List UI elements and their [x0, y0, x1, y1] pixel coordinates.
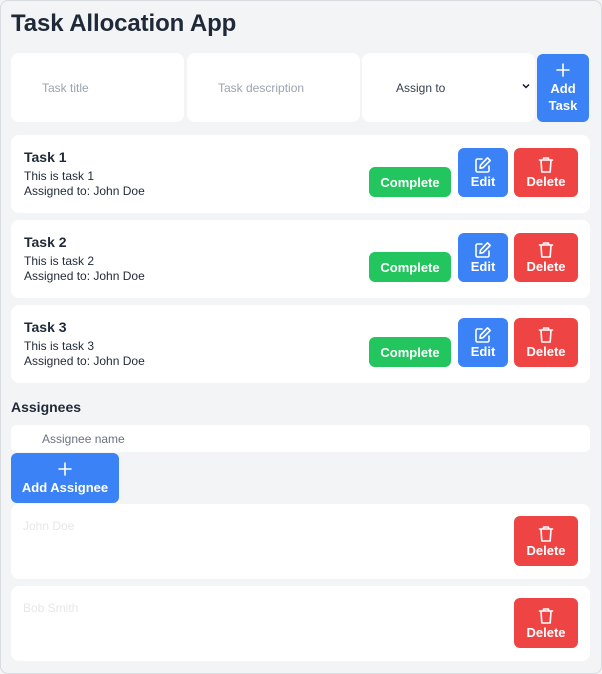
edit-button[interactable]: Edit [458, 233, 508, 282]
edit-button[interactable]: Edit [458, 318, 508, 367]
task-title: Task 1 [24, 149, 67, 165]
plus-icon [556, 62, 570, 77]
task-description: This is task 3 [24, 339, 95, 353]
delete-button[interactable]: Delete [514, 318, 578, 367]
task-title: Task 3 [24, 319, 67, 335]
trash-icon [538, 242, 554, 258]
trash-icon [538, 327, 554, 343]
assignee-card: Bob Smith Delete [11, 586, 590, 661]
assignee-card: John Doe Delete [11, 504, 590, 579]
delete-assignee-button[interactable]: Delete [514, 516, 578, 566]
add-assignee-button[interactable]: Add Assignee [11, 453, 119, 503]
complete-label: Complete [380, 259, 440, 275]
delete-label: Delete [526, 542, 566, 558]
edit-label: Edit [470, 174, 496, 189]
complete-label: Complete [380, 174, 440, 190]
assignee-name-field-box [11, 425, 590, 452]
task-assignee: Assigned to: John Doe [24, 269, 145, 283]
delete-button[interactable]: Delete [514, 233, 578, 282]
task-description: This is task 2 [24, 254, 95, 268]
assignees-heading: Assignees [11, 399, 82, 415]
delete-button[interactable]: Delete [514, 148, 578, 197]
task-title-input[interactable] [11, 53, 184, 122]
edit-label: Edit [470, 259, 496, 274]
trash-icon [538, 607, 554, 624]
complete-label: Complete [380, 344, 440, 360]
task-assignee: Assigned to: John Doe [24, 354, 145, 368]
page-title: Task Allocation App [11, 10, 237, 37]
task-card: Task 2 This is task 2 Assigned to: John … [11, 220, 590, 298]
edit-icon [475, 157, 491, 173]
edit-label: Edit [470, 344, 496, 359]
assign-to-select[interactable]: Assign to [362, 53, 535, 122]
task-card: Task 3 This is task 3 Assigned to: John … [11, 305, 590, 383]
add-task-label-line1: Add [550, 80, 576, 96]
delete-label: Delete [526, 344, 566, 359]
delete-label: Delete [526, 259, 566, 274]
complete-button[interactable]: Complete [369, 167, 451, 197]
add-assignee-label: Add Assignee [21, 479, 109, 495]
assignee-name: Bob Smith [23, 601, 79, 615]
delete-label: Delete [526, 174, 566, 189]
edit-icon [475, 242, 491, 258]
complete-button[interactable]: Complete [369, 337, 451, 367]
task-description-input[interactable] [187, 53, 360, 122]
plus-icon [58, 461, 72, 476]
trash-icon [538, 157, 554, 173]
add-task-button[interactable]: Add Task [537, 54, 589, 122]
assignee-name: John Doe [23, 519, 75, 533]
delete-label: Delete [526, 624, 566, 640]
assign-to-selected-value: Assign to [396, 81, 446, 95]
task-assignee: Assigned to: John Doe [24, 184, 145, 198]
task-card: Task 1 This is task 1 Assigned to: John … [11, 135, 590, 213]
complete-button[interactable]: Complete [369, 252, 451, 282]
add-task-label-line2: Task [548, 97, 578, 113]
delete-assignee-button[interactable]: Delete [514, 598, 578, 648]
trash-icon [538, 525, 554, 542]
task-title-field-box [11, 53, 184, 122]
edit-button[interactable]: Edit [458, 148, 508, 197]
assignee-name-input[interactable] [11, 425, 590, 452]
edit-icon [475, 327, 491, 343]
task-description-field-box [187, 53, 360, 122]
task-title: Task 2 [24, 234, 67, 250]
chevron-down-icon [522, 83, 530, 89]
task-description: This is task 1 [24, 169, 95, 183]
